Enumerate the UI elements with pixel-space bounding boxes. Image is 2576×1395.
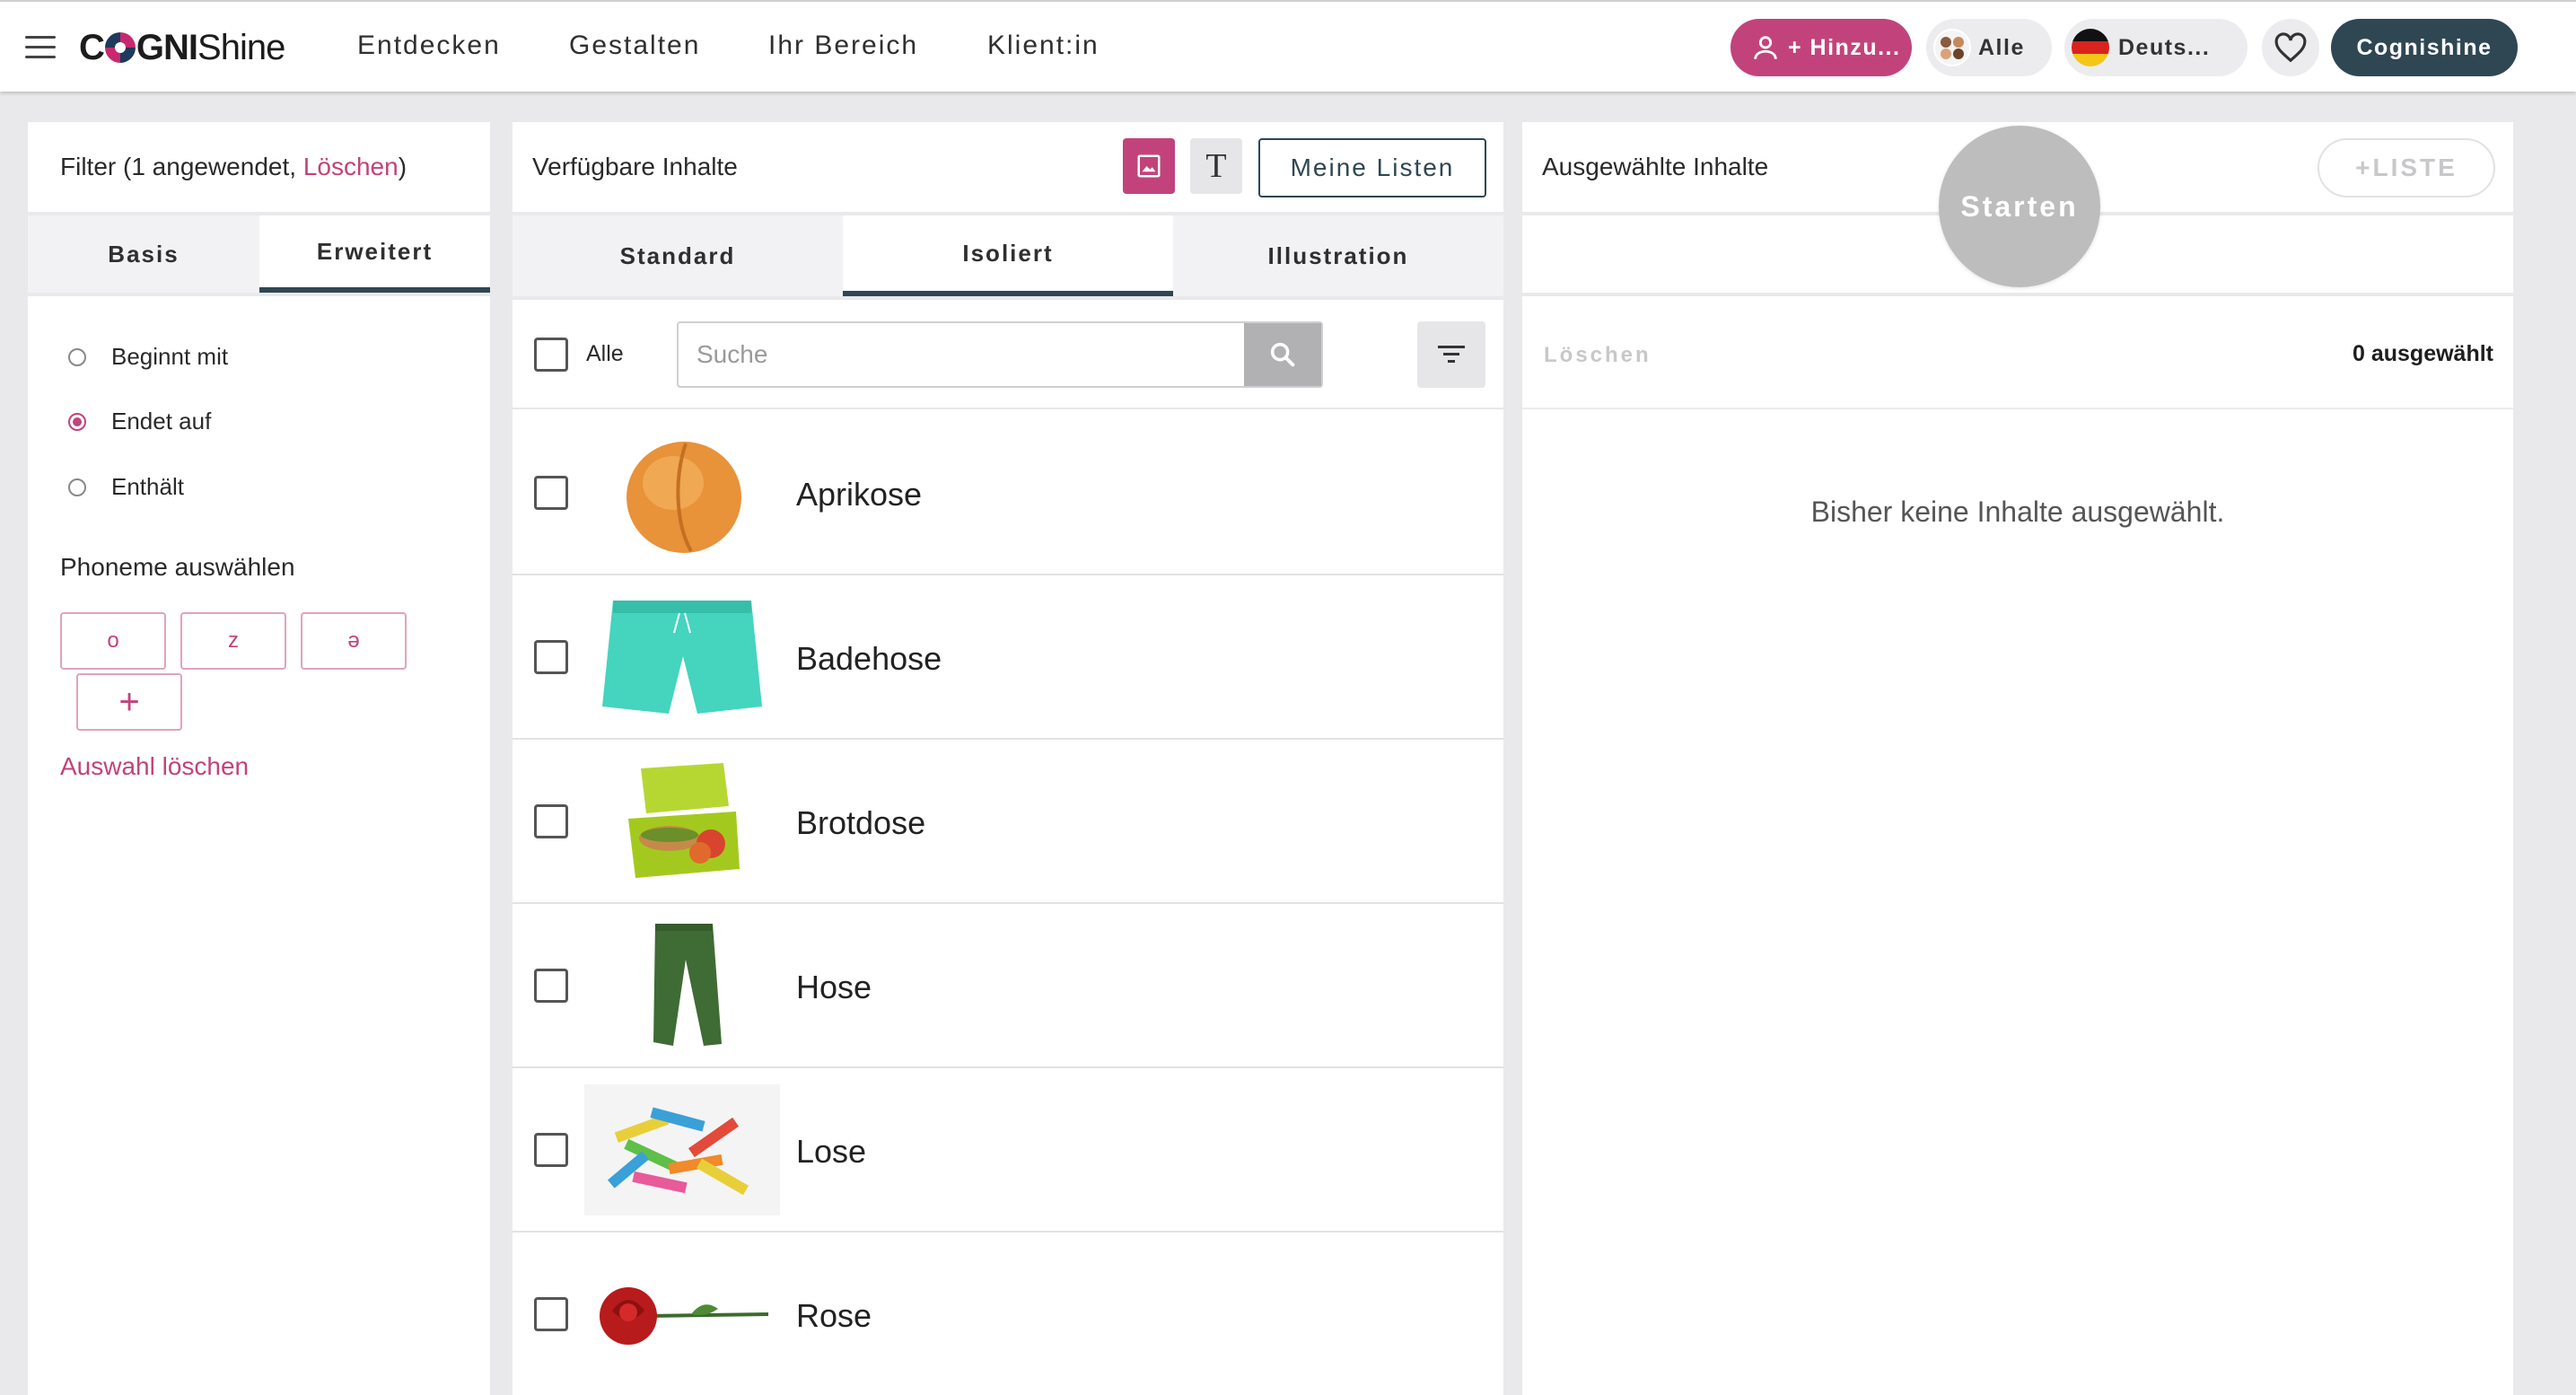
list-item[interactable]: Badehose (513, 575, 1503, 740)
item-label: Rose (796, 1297, 872, 1334)
start-button[interactable]: Starten (1939, 126, 2100, 287)
item-checkbox[interactable] (534, 1297, 568, 1331)
phoneme-schwa-button[interactable]: ə (301, 612, 407, 670)
content-type-tabs: Standard Isoliert Illustration (513, 215, 1503, 296)
tab-standard[interactable]: Standard (513, 215, 843, 296)
option-beginnt-mit[interactable]: Beginnt mit (68, 343, 228, 371)
image-icon (1137, 154, 1161, 178)
selected-count: 0 ausgewählt (2353, 341, 2493, 366)
select-all-checkbox[interactable] (534, 338, 568, 372)
add-list-button[interactable]: +LISTE (2318, 138, 2495, 197)
tab-isoliert[interactable]: Isoliert (843, 215, 1173, 296)
rose-image (584, 1249, 780, 1380)
item-label: Lose (796, 1133, 867, 1170)
group-avatar-icon (1933, 29, 1971, 66)
clear-selected-button[interactable]: Löschen (1544, 343, 1652, 368)
search-field (677, 321, 1323, 388)
lunchbox-image (584, 756, 780, 887)
list-item[interactable]: Aprikose (513, 411, 1503, 575)
list-item[interactable]: Lose (513, 1068, 1503, 1233)
logo-mark-icon (104, 32, 136, 63)
my-lists-button[interactable]: Meine Listen (1258, 138, 1486, 197)
add-client-button[interactable]: + Hinzu... (1730, 19, 1912, 76)
swim-shorts-image (584, 592, 780, 723)
person-add-icon (1754, 36, 1777, 59)
tab-illustration[interactable]: Illustration (1173, 215, 1503, 296)
sort-filter-button[interactable] (1417, 321, 1485, 388)
add-phoneme-button[interactable]: + (76, 673, 182, 731)
list-item[interactable]: Hose (513, 904, 1503, 1068)
list-item[interactable]: Brotdose (513, 740, 1503, 904)
nav-ihr-bereich[interactable]: Ihr Bereich (768, 31, 918, 61)
empty-state-message: Bisher keine Inhalte ausgewählt. (1810, 496, 2225, 528)
heart-icon (2274, 32, 2307, 63)
german-flag-icon (2072, 29, 2109, 66)
selected-toolbar: Löschen 0 ausgewählt (1522, 296, 2513, 409)
option-endet-auf[interactable]: Endet auf (68, 408, 211, 435)
item-checkbox[interactable] (534, 1133, 568, 1167)
item-label: Aprikose (796, 476, 923, 513)
trousers-image (584, 920, 780, 1051)
option-enthaelt[interactable]: Enthält (68, 473, 184, 501)
item-label: Badehose (796, 640, 942, 677)
filter-body: Beginnt mit Endet auf Enthält Phoneme au… (28, 296, 490, 1395)
list-item[interactable]: Rose (513, 1233, 1503, 1395)
group-selector-button[interactable]: Alle (1926, 19, 2052, 76)
available-content-header: Verfügbare Inhalte T Meine Listen (513, 122, 1503, 212)
select-all-label: Alle (586, 341, 624, 366)
filter-header: Filter (1 angewendet, Löschen) (28, 122, 490, 212)
tab-basis[interactable]: Basis (28, 215, 259, 293)
filter-lines-icon (1438, 346, 1465, 363)
nav-klientin[interactable]: Klient:in (987, 31, 1100, 61)
search-row: Alle (513, 300, 1503, 409)
user-account-button[interactable]: Cognishine (2331, 19, 2518, 76)
text-mode-button[interactable]: T (1190, 138, 1242, 194)
item-checkbox[interactable] (534, 476, 568, 510)
raffle-tickets-image (584, 1084, 780, 1215)
item-label: Hose (796, 969, 872, 1005)
text-icon: T (1205, 147, 1227, 185)
phoneme-heading: Phoneme auswählen (60, 553, 295, 581)
filter-clear-link[interactable]: Löschen (303, 153, 399, 180)
search-button[interactable] (1244, 323, 1321, 386)
item-checkbox[interactable] (534, 640, 568, 674)
clear-selection-link[interactable]: Auswahl löschen (60, 752, 249, 781)
radio-icon[interactable] (68, 478, 86, 496)
item-checkbox[interactable] (534, 804, 568, 838)
tab-erweitert[interactable]: Erweitert (259, 215, 490, 293)
item-label: Brotdose (796, 804, 926, 841)
phoneme-o-button[interactable]: o (60, 612, 166, 670)
nav-entdecken[interactable]: Entdecken (357, 31, 501, 61)
available-content-list: Alle Aprikose Badehose Brotdose (513, 300, 1503, 1395)
top-navigation-bar: C GNI Shine Entdecken Gestalten Ihr Bereic… (0, 0, 2576, 92)
search-input[interactable] (697, 323, 1271, 386)
favorites-button[interactable] (2262, 19, 2319, 76)
search-icon (1270, 342, 1295, 367)
radio-checked-icon[interactable] (68, 412, 86, 431)
radio-icon[interactable] (68, 347, 86, 366)
cognishine-logo[interactable]: C GNI Shine (79, 27, 285, 68)
language-selector-button[interactable]: Deuts... (2064, 19, 2247, 76)
available-content-title: Verfügbare Inhalte (532, 153, 738, 180)
menu-icon[interactable] (25, 36, 56, 59)
item-checkbox[interactable] (534, 969, 568, 1003)
filter-tabs: Basis Erweitert (28, 215, 490, 293)
apricot-image (584, 427, 780, 558)
selected-content-body: Löschen 0 ausgewählt Bisher keine Inhalt… (1522, 296, 2513, 1395)
nav-gestalten[interactable]: Gestalten (569, 31, 700, 61)
phoneme-z-button[interactable]: z (180, 612, 286, 670)
selected-content-title: Ausgewählte Inhalte (1542, 153, 1769, 180)
filter-title: Filter (1 angewendet, Löschen) (60, 153, 407, 180)
image-mode-button[interactable] (1123, 138, 1175, 194)
